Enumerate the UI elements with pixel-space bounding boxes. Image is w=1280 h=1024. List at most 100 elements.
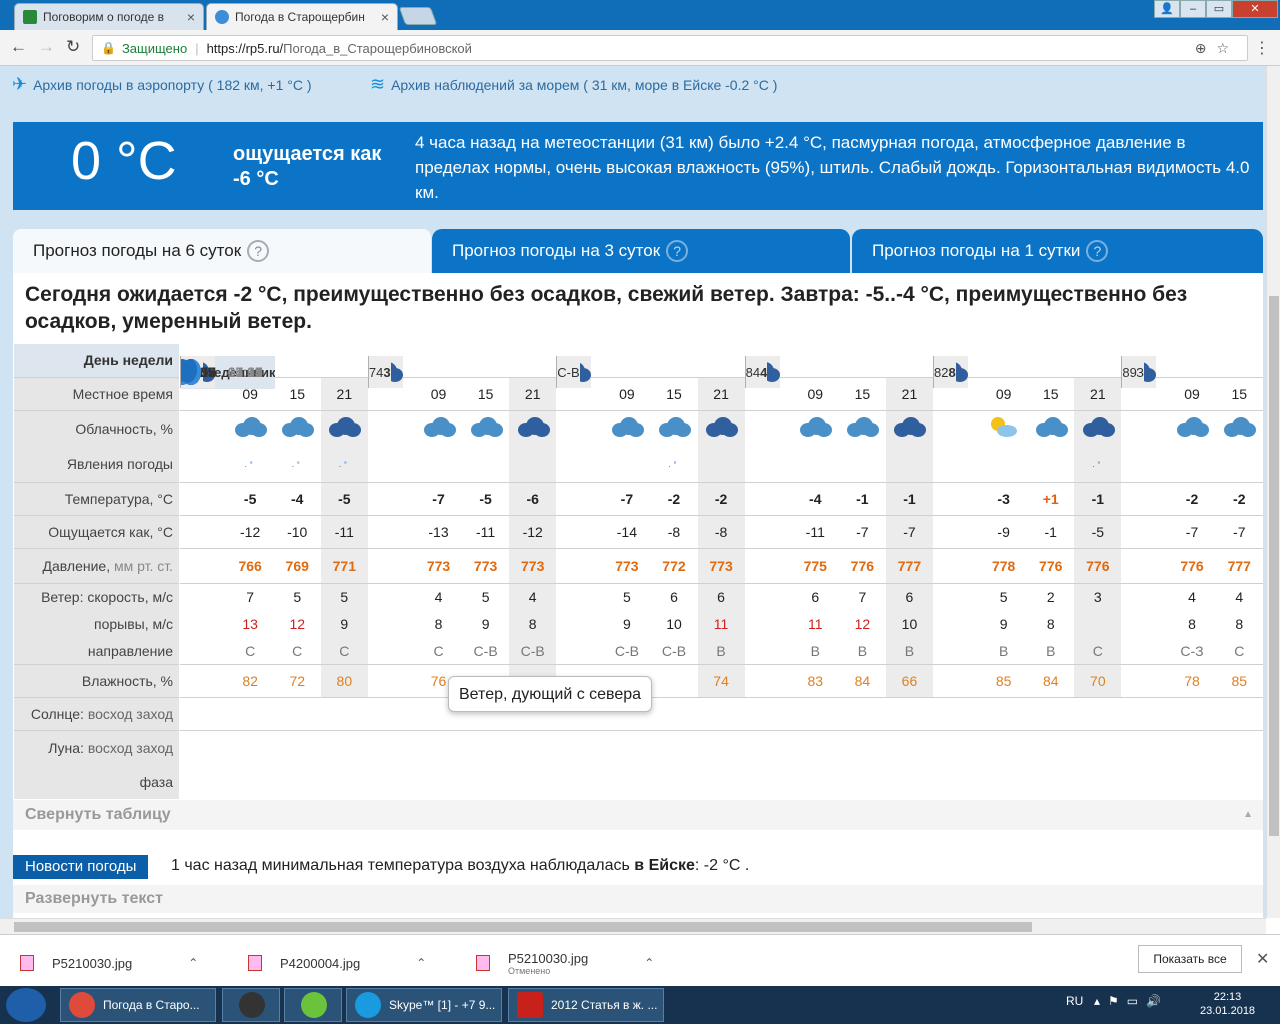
menu-icon[interactable]: ⋮: [1254, 38, 1270, 58]
chevron-up-icon[interactable]: ⌃: [416, 956, 426, 970]
expand-text-button[interactable]: Развернуть текст: [13, 885, 1263, 913]
hour-cell: 21: [697, 377, 745, 411]
collapse-table-button[interactable]: Свернуть таблицу ▲: [13, 800, 1263, 830]
start-button[interactable]: [6, 988, 46, 1022]
news-text-city[interactable]: в Ейске: [634, 857, 695, 874]
download-item[interactable]: P5210030.jpg ⌃: [20, 947, 198, 979]
forward-icon[interactable]: →: [38, 37, 55, 57]
clock[interactable]: 22:13 23.01.2018: [1200, 990, 1255, 1018]
direction-cell[interactable]: С-В: [556, 356, 580, 388]
row-label-text: Температура, °C: [64, 491, 173, 508]
pressure-cell: 769: [285, 557, 309, 574]
temp-cell: -2: [697, 482, 745, 516]
row-label-text: Ощущается как, °C: [48, 524, 173, 541]
cloud-cell: [1074, 410, 1122, 447]
wind-cell: 4: [434, 588, 443, 605]
current-temperature: 0 °C: [71, 131, 177, 191]
reload-icon[interactable]: ↻: [66, 37, 80, 57]
humidity-cell: 84: [744, 356, 761, 388]
direction-cell[interactable]: С: [320, 637, 368, 665]
sea-archive-link[interactable]: ≋ Архив наблюдений за морем ( 31 км, море…: [370, 74, 777, 95]
taskbar-label: Skype™ [1] - +7 9...: [389, 998, 496, 1012]
direction-cell[interactable]: В: [792, 637, 839, 664]
tab-forecast-6-days[interactable]: Прогноз погоды на 6 суток?: [13, 229, 431, 273]
rp5-favicon-icon: [215, 10, 229, 24]
tab-forecast-3-days[interactable]: Прогноз погоды на 3 суток?: [432, 229, 850, 273]
direction-cell[interactable]: С-З: [1168, 637, 1215, 664]
tab-forecast-1-day[interactable]: Прогноз погоды на 1 сутки?: [852, 229, 1263, 273]
horizontal-scrollbar[interactable]: [0, 918, 1266, 934]
close-tab-icon[interactable]: ×: [375, 9, 389, 25]
taskbar-app[interactable]: [284, 988, 342, 1022]
cloud-cell: [274, 410, 321, 446]
scroll-thumb[interactable]: [1269, 296, 1279, 836]
feels-cell: -5: [1074, 515, 1122, 549]
row-label-text: Явления погоды: [66, 456, 173, 473]
direction-cell[interactable]: С: [1074, 637, 1122, 665]
url-field[interactable]: 🔒 Защищено | https://rp5.ru/ Погода_в_Ст…: [92, 35, 1248, 61]
image-file-icon: [248, 955, 262, 971]
cloud-cell: [462, 410, 509, 446]
vertical-scrollbar[interactable]: [1266, 66, 1280, 918]
zoom-star-icons[interactable]: ⊕☆: [1195, 40, 1239, 57]
direction-cell[interactable]: С-В: [650, 637, 697, 664]
news-label[interactable]: Новости погоды: [13, 855, 149, 879]
tab-weather[interactable]: Погода в Старощербин ×: [206, 3, 398, 30]
scroll-thumb[interactable]: [14, 922, 1032, 932]
tray-icons[interactable]: ▴⚑▭🔊: [1094, 994, 1169, 1008]
direction-cell[interactable]: В: [1027, 637, 1074, 664]
airport-archive-link[interactable]: ✈ Архив погоды в аэропорту ( 182 км, +1 °…: [12, 74, 312, 95]
wind-direction-tooltip: Ветер, дующий с севера: [448, 676, 653, 712]
phenomena-cell: [697, 446, 745, 483]
phenomena-cell: [885, 446, 933, 483]
new-tab-button[interactable]: [398, 7, 438, 25]
maximize-icon[interactable]: ▭: [1206, 0, 1232, 18]
phenomena-cell: [792, 446, 839, 482]
hour-cell: 15: [1231, 385, 1248, 402]
direction-cell[interactable]: С: [415, 637, 462, 664]
taskbar-skype[interactable]: Skype™ [1] - +7 9...: [346, 988, 502, 1022]
close-downloads-icon[interactable]: ✕: [1256, 949, 1269, 969]
help-icon[interactable]: ?: [1086, 240, 1109, 262]
taskbar-chrome[interactable]: Погода в Старо...: [60, 988, 216, 1022]
cloud-light-icon: [1175, 415, 1210, 439]
feels-cell: -7: [1185, 524, 1199, 541]
temp-cell: -1: [1074, 482, 1122, 516]
cloud-cell: [697, 410, 745, 447]
news-bar: Новости погоды 1 час назад минимальная т…: [13, 847, 1263, 883]
direction-cell[interactable]: В: [980, 637, 1027, 664]
language-indicator[interactable]: RU: [1066, 994, 1083, 1008]
taskbar-pdf[interactable]: 2012 Статья в ж. ...: [508, 988, 664, 1022]
chevron-up-icon[interactable]: ⌃: [188, 956, 198, 970]
phenomena-cell: [509, 446, 557, 483]
direction-cell[interactable]: С: [274, 637, 321, 664]
cloud-cell: [415, 410, 462, 446]
airplane-icon: ✈: [12, 74, 28, 94]
help-icon[interactable]: ?: [666, 240, 689, 262]
row-label-sub: восход заход: [87, 706, 173, 723]
cloud-cell: [885, 410, 933, 447]
direction-cell[interactable]: В: [697, 637, 745, 665]
tab-talk-weather[interactable]: Поговорим о погоде в ×: [14, 3, 204, 30]
direction-cell[interactable]: В: [885, 637, 933, 665]
download-item[interactable]: P4200004.jpg ⌃: [248, 947, 426, 979]
chevron-up-icon[interactable]: ⌃: [644, 956, 654, 970]
back-icon[interactable]: ←: [10, 37, 27, 57]
phenomena-cell: [1216, 446, 1263, 482]
direction-cell[interactable]: С-В: [462, 637, 509, 664]
direction-cell[interactable]: С: [1216, 637, 1263, 664]
gust-cell: 10: [666, 615, 682, 632]
taskbar-nox[interactable]: [222, 988, 280, 1022]
close-tab-icon[interactable]: ×: [181, 9, 195, 25]
direction-cell[interactable]: С-В: [603, 637, 650, 664]
download-item[interactable]: P5210030.jpg Отменено ⌃: [476, 947, 654, 979]
direction-cell[interactable]: С: [227, 637, 274, 664]
user-icon[interactable]: 👤: [1154, 0, 1180, 18]
help-icon[interactable]: ?: [247, 240, 270, 262]
direction-cell[interactable]: В: [839, 637, 886, 664]
cloud-light-icon: [845, 415, 880, 439]
direction-cell[interactable]: С-В: [509, 637, 557, 665]
show-all-button[interactable]: Показать все: [1138, 945, 1242, 973]
close-window-icon[interactable]: ✕: [1232, 0, 1278, 18]
minimize-icon[interactable]: –: [1180, 0, 1206, 18]
